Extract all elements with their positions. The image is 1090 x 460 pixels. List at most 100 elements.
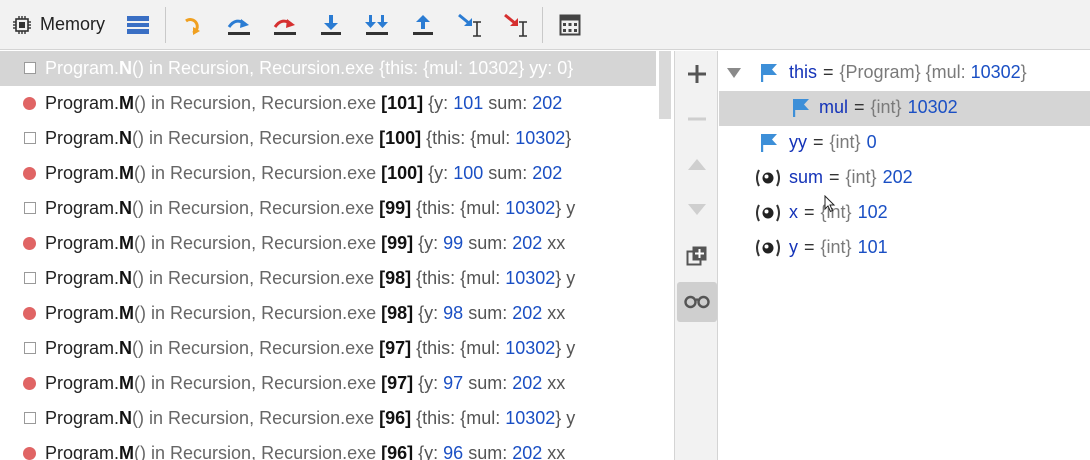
layout-button[interactable]	[115, 0, 161, 50]
frame-value: 98	[443, 303, 464, 323]
variable-row-x[interactable]: x = {int} 102	[719, 196, 1090, 231]
frame-method: N	[119, 338, 133, 358]
stack-frame-row[interactable]: Program.M() in Recursion, Recursion.exe …	[0, 86, 656, 121]
frame-module: () in Recursion, Recursion.exe	[132, 408, 380, 428]
evaluate-button[interactable]	[547, 0, 593, 50]
frame-module: () in Recursion, Recursion.exe	[132, 338, 380, 358]
frame-method: M	[119, 373, 135, 393]
expand-chevron-icon[interactable]	[727, 68, 741, 78]
field-flag-icon	[793, 99, 809, 117]
add-watch-button[interactable]	[677, 54, 717, 94]
step-into-button[interactable]	[308, 0, 354, 50]
run-to-cursor-icon	[458, 13, 482, 37]
frame-class: Program.	[45, 128, 120, 148]
run-to-cursor-button[interactable]	[446, 0, 492, 50]
breakpoint-dot-icon	[23, 97, 36, 110]
frame-square-icon	[24, 62, 36, 74]
frame-args: {this: {mul:	[411, 338, 506, 358]
variable-text: x = {int} 102	[789, 202, 888, 223]
stack-frame-row[interactable]: Program.N() in Recursion, Recursion.exe …	[0, 191, 656, 226]
variable-text: mul = {int} 10302	[819, 97, 958, 118]
frame-module: () in Recursion, Recursion.exe	[134, 303, 382, 323]
variable-text: sum = {int} 202	[789, 167, 913, 188]
stack-frame-row[interactable]: Program.M() in Recursion, Recursion.exe …	[0, 366, 656, 401]
variable-row-this[interactable]: this = {Program} {mul: 10302}	[719, 56, 1090, 91]
show-watches-toggle[interactable]	[677, 282, 717, 322]
stack-frame-row[interactable]: Program.M() in Recursion, Recursion.exe …	[0, 296, 656, 331]
frame-value: 100	[453, 163, 484, 183]
stack-frame-row[interactable]: Program.N() in Recursion, Recursion.exe …	[0, 121, 656, 156]
duplicate-watch-button[interactable]	[677, 236, 717, 276]
field-flag-icon	[761, 64, 777, 82]
frame-class: Program.	[45, 268, 120, 288]
frame-args-tail: xx	[542, 443, 566, 460]
equals-sign: =	[823, 62, 834, 82]
variable-value: 101	[857, 237, 888, 257]
frame-args-tail: xx	[542, 233, 566, 253]
call-stack-frames: Program.N() in Recursion, Recursion.exe …	[0, 51, 656, 460]
plus-icon	[688, 65, 706, 83]
frames-scrollbar-thumb[interactable]	[659, 51, 671, 119]
frame-module: () in Recursion, Recursion.exe	[134, 373, 382, 393]
frame-args-rest: sum:	[463, 303, 513, 323]
step-over-button[interactable]	[216, 0, 262, 50]
move-down-button[interactable]	[677, 190, 717, 230]
variable-row-mul[interactable]: mul = {int} 10302	[719, 91, 1090, 126]
frame-args: {this: {mul: 10302} yy: 0}	[379, 58, 574, 78]
stack-frame-row[interactable]: Program.M() in Recursion, Recursion.exe …	[0, 156, 656, 191]
frame-text: Program.M() in Recursion, Recursion.exe …	[45, 373, 565, 394]
variable-name: sum	[789, 167, 824, 187]
frame-text: Program.N() in Recursion, Recursion.exe …	[45, 408, 575, 429]
equals-sign: =	[813, 132, 824, 152]
frame-method: N	[119, 128, 133, 148]
variable-row-yy[interactable]: yy = {int} 0	[719, 126, 1090, 161]
frame-args: {this: {mul:	[411, 198, 506, 218]
variable-row-y[interactable]: y = {int} 101	[719, 231, 1090, 266]
remove-watch-button[interactable]	[677, 99, 717, 139]
memory-chip-icon	[13, 15, 31, 34]
variable-type: {int}	[829, 132, 861, 152]
frame-args: {y:	[413, 373, 444, 393]
frame-method: M	[119, 93, 135, 113]
frame-depth: [98]	[381, 303, 414, 323]
step-out-icon	[413, 14, 434, 35]
frame-method: M	[119, 163, 135, 183]
equals-sign: =	[804, 237, 815, 257]
frame-args-rest: sum:	[483, 93, 533, 113]
frame-args: {y:	[423, 93, 454, 113]
frame-value2: 202	[512, 233, 543, 253]
variable-value: 0	[866, 132, 877, 152]
variable-text: this = {Program} {mul: 10302}	[789, 62, 1027, 83]
variable-name: x	[789, 202, 798, 222]
step-out-button[interactable]	[400, 0, 446, 50]
force-step-into-button[interactable]	[354, 0, 400, 50]
frames-scrollbar[interactable]	[656, 51, 674, 460]
frame-module: () in Recursion, Recursion.exe	[132, 58, 380, 78]
frame-value: 10302	[515, 128, 566, 148]
memory-button[interactable]: Memory	[0, 0, 115, 50]
variable-name: mul	[819, 97, 849, 117]
stack-frame-row[interactable]: Program.M() in Recursion, Recursion.exe …	[0, 436, 656, 460]
run-to-cursor-red-button[interactable]	[492, 0, 538, 50]
minus-icon	[688, 117, 706, 121]
frame-args-tail: xx	[542, 303, 566, 323]
return-button[interactable]	[170, 0, 216, 50]
variable-row-sum[interactable]: sum = {int} 202	[719, 161, 1090, 196]
step-over-red-button[interactable]	[262, 0, 308, 50]
move-up-button[interactable]	[677, 144, 717, 184]
frame-method: N	[119, 58, 133, 78]
frame-depth: [98]	[379, 268, 412, 288]
breakpoint-dot-icon	[23, 377, 36, 390]
frame-text: Program.M() in Recursion, Recursion.exe …	[45, 233, 565, 254]
stack-frame-row[interactable]: Program.M() in Recursion, Recursion.exe …	[0, 226, 656, 261]
frame-class: Program.	[45, 303, 120, 323]
stack-frame-row[interactable]: Program.N() in Recursion, Recursion.exe …	[0, 401, 656, 436]
frame-text: Program.M() in Recursion, Recursion.exe …	[45, 303, 565, 324]
frame-text: Program.N() in Recursion, Recursion.exe …	[45, 338, 575, 359]
variable-type: {int}	[845, 167, 877, 187]
frame-class: Program.	[45, 233, 120, 253]
triangle-down-icon	[688, 204, 706, 215]
stack-frame-row[interactable]: Program.N() in Recursion, Recursion.exe …	[0, 261, 656, 296]
stack-frame-row[interactable]: Program.N() in Recursion, Recursion.exe …	[0, 331, 656, 366]
stack-frame-row[interactable]: Program.N() in Recursion, Recursion.exe …	[0, 51, 656, 86]
